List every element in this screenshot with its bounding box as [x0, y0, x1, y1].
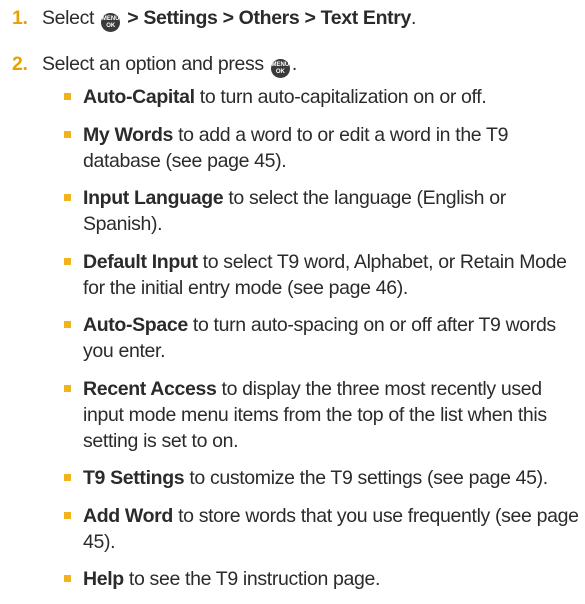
- options-list: Auto-Capital to turn auto-capitalization…: [60, 84, 580, 604]
- option-desc: to see the T9 instruction page.: [123, 568, 381, 590]
- bullet-icon: [64, 321, 71, 328]
- option-desc: to turn auto-capitalization on or off.: [194, 86, 487, 108]
- step-2: 2. Select an option and press MENU OK.: [12, 51, 297, 78]
- option-term: Default Input: [83, 250, 198, 273]
- step-1: 1. Select MENU OK > Settings > Others > Te…: [12, 5, 416, 32]
- option-term: T9 Settings: [83, 467, 185, 489]
- option-term: Auto-Space: [83, 314, 188, 336]
- step-text: Select: [42, 7, 95, 29]
- step-text: Select an option and press: [42, 53, 264, 75]
- bullet-icon: [64, 384, 71, 392]
- option-recent-access: Recent Access to display the three most …: [60, 376, 580, 454]
- option-term: Recent Access: [83, 377, 217, 400]
- bullet-icon: [64, 575, 71, 582]
- bullet-icon: [64, 130, 71, 138]
- step-number: 1.: [12, 7, 28, 29]
- option-default-input: Default Input to select T9 word, Alphabe…: [60, 249, 580, 301]
- bullet-icon: [64, 511, 71, 519]
- option-t9-settings: T9 Settings to customize the T9 settings…: [60, 465, 580, 491]
- option-auto-space: Auto-Space to turn auto-spacing on or of…: [60, 312, 580, 364]
- option-help: Help to see the T9 instruction page.: [60, 566, 580, 592]
- option-auto-capital: Auto-Capital to turn auto-capitalization…: [60, 84, 580, 110]
- menu-ok-key-icon: MENU OK: [270, 59, 290, 78]
- step-end: .: [291, 53, 297, 75]
- option-term: My Words: [83, 123, 174, 146]
- option-desc: to customize the T9 settings (see page 4…: [184, 467, 548, 489]
- bullet-icon: [64, 474, 71, 481]
- bullet-icon: [64, 93, 71, 100]
- bullet-icon: [64, 257, 71, 265]
- option-add-word: Add Word to store words that you use fre…: [60, 503, 580, 555]
- option-my-words: My Words to add a word to or edit a word…: [60, 122, 580, 174]
- option-term: Input Language: [83, 187, 224, 209]
- menu-ok-key-icon: MENU OK: [101, 13, 121, 32]
- bullet-icon: [64, 194, 71, 201]
- option-input-language: Input Language to select the language (E…: [60, 185, 580, 237]
- step-end: .: [411, 7, 417, 29]
- option-term: Help: [83, 568, 124, 590]
- option-term: Auto-Capital: [83, 86, 195, 108]
- menu-path: > Settings > Others > Text Entry: [127, 7, 412, 29]
- option-term: Add Word: [83, 504, 173, 527]
- step-number: 2.: [12, 53, 28, 75]
